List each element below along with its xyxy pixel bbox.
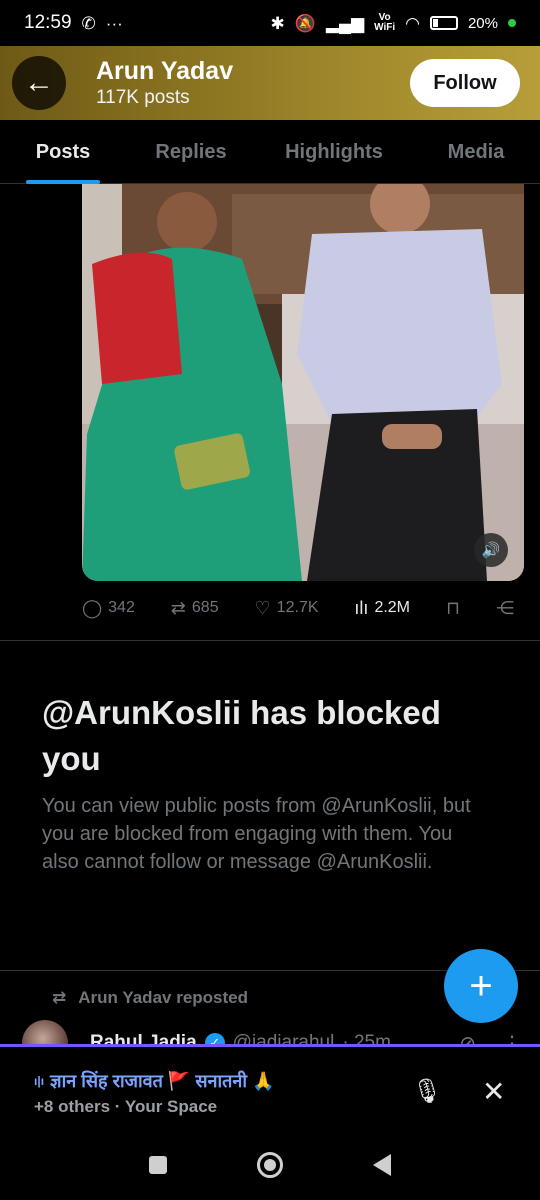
- blocked-title: @ArunKoslii has blocked you: [42, 694, 441, 777]
- audio-wave-icon: ı|ı: [34, 1074, 45, 1088]
- mute-icon: 🔕: [294, 13, 316, 33]
- tab-posts[interactable]: Posts: [0, 120, 126, 184]
- views-button[interactable]: ılı 2.2M: [354, 598, 410, 619]
- repost-label: Arun Yadav reposted: [78, 988, 248, 1007]
- space-title: ज्ञान सिंह राजावत 🚩 सनातनी 🙏: [50, 1071, 275, 1091]
- home-button[interactable]: [257, 1152, 283, 1178]
- post-video[interactable]: 🔊: [82, 184, 524, 581]
- tab-replies[interactable]: Replies: [126, 120, 256, 184]
- video-frame-image: [82, 184, 524, 581]
- system-back-button[interactable]: [373, 1154, 391, 1176]
- share-button[interactable]: ⋲: [496, 598, 514, 619]
- back-arrow-icon: ←: [24, 66, 54, 99]
- bookmark-icon: ⊓: [445, 597, 460, 618]
- repost-count: 685: [191, 599, 219, 616]
- close-space-button[interactable]: ✕: [482, 1075, 505, 1108]
- reply-count: 342: [108, 599, 135, 616]
- profile-name: Arun Yadav: [96, 57, 234, 85]
- volume-button[interactable]: 🔊: [474, 533, 508, 567]
- battery-percent: 20%: [467, 14, 498, 32]
- blocked-notice: @ArunKoslii has blocked you You can view…: [42, 690, 492, 876]
- mic-off-icon: 🎙: [412, 1078, 443, 1105]
- more-notifications-icon: ···: [105, 13, 123, 33]
- posts-count: 117K posts: [96, 87, 190, 108]
- repost-button[interactable]: ⇄ 685: [171, 598, 219, 619]
- tab-media[interactable]: Media: [412, 120, 540, 184]
- like-count: 12.7K: [276, 599, 319, 616]
- views-icon: ılı: [354, 597, 369, 618]
- recents-button[interactable]: [149, 1156, 167, 1174]
- bluetooth-icon: ✱: [270, 13, 285, 33]
- reply-icon: ◯: [82, 597, 103, 618]
- status-bar: 12:59 ✆ ··· ✱ 🔕 ▂▄▆ Vo WiFi ◠ 20%: [0, 0, 540, 46]
- repost-icon: ⇄: [52, 988, 67, 1007]
- signal-icon: ▂▄▆: [325, 13, 365, 33]
- space-subtitle: +8 others · Your Space: [34, 1097, 218, 1116]
- views-count: 2.2M: [374, 599, 411, 616]
- vowifi-indicator: Vo WiFi: [374, 12, 396, 33]
- reply-button[interactable]: ◯ 342: [82, 598, 135, 619]
- like-button[interactable]: ♡ 12.7K: [255, 598, 319, 619]
- plus-icon: +: [469, 963, 493, 1008]
- system-nav-bar: [0, 1130, 540, 1200]
- repost-indicator: ⇄ Arun Yadav reposted: [52, 988, 248, 1008]
- follow-button[interactable]: Follow: [410, 59, 520, 107]
- clock: 12:59: [24, 12, 72, 33]
- like-icon: ♡: [254, 597, 271, 618]
- profile-header: ← Arun Yadav 117K posts Follow: [0, 46, 540, 120]
- close-icon: ✕: [482, 1076, 506, 1107]
- profile-tabs: Posts Replies Highlights Media: [0, 120, 540, 184]
- share-icon: ⋲: [495, 597, 514, 618]
- compose-button[interactable]: +: [444, 949, 518, 1023]
- repost-icon: ⇄: [170, 597, 186, 618]
- tab-highlights[interactable]: Highlights: [256, 120, 412, 184]
- blocked-description: You can view public posts from @ArunKosl…: [42, 795, 471, 873]
- back-button[interactable]: ←: [12, 56, 66, 110]
- volume-icon: 🔊: [481, 542, 501, 559]
- mic-off-button[interactable]: 🎙: [412, 1077, 442, 1106]
- wifi-icon: ◠: [405, 13, 420, 33]
- battery-icon: [429, 16, 458, 30]
- space-title-row: ı|ı ज्ञान सिंह राजावत 🚩 सनातनी 🙏: [34, 1069, 274, 1093]
- bookmark-button[interactable]: ⊓: [446, 598, 460, 619]
- privacy-indicator-dot: [508, 19, 516, 27]
- divider: [0, 640, 540, 641]
- post-action-bar: ◯ 342 ⇄ 685 ♡ 12.7K ılı 2.2M ⊓ ⋲: [82, 590, 524, 626]
- whatsapp-icon: ✆: [81, 13, 96, 33]
- space-dock[interactable]: ı|ı ज्ञान सिंह राजावत 🚩 सनातनी 🙏 +8 othe…: [0, 1044, 540, 1130]
